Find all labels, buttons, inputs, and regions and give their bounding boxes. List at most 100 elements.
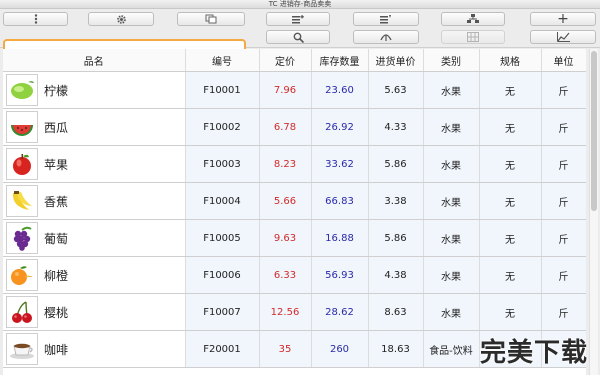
code-cell[interactable]: F10001: [185, 71, 260, 109]
cost-cell[interactable]: 18.63: [368, 330, 424, 368]
table-row[interactable]: 香蕉 F10004 5.66 66.83 3.38 水果 无 斤: [3, 182, 586, 220]
category-cell[interactable]: 水果: [423, 293, 480, 331]
code-cell[interactable]: F10003: [185, 145, 260, 183]
more-menu-button[interactable]: [3, 12, 68, 26]
vertical-scrollbar[interactable]: [589, 49, 598, 375]
product-name: 咖啡: [44, 342, 69, 357]
category-cell[interactable]: 水果: [423, 71, 480, 109]
cost-cell[interactable]: 5.63: [368, 71, 424, 109]
cost-cell[interactable]: 5.86: [368, 145, 424, 183]
stock-cell[interactable]: 33.62: [311, 145, 369, 183]
category-cell[interactable]: 水果: [423, 256, 480, 294]
copy-window-button[interactable]: [177, 12, 245, 26]
unit-cell[interactable]: 斤: [541, 108, 586, 146]
spec-cell[interactable]: 无: [479, 145, 542, 183]
spec-cell[interactable]: 无: [479, 293, 542, 331]
table-row[interactable]: 苹果 F10003 8.23 33.62 5.86 水果 无 斤: [3, 145, 586, 183]
table-row[interactable]: 柠檬 F10001 7.96 23.60 5.63 水果 无 斤: [3, 71, 586, 109]
price-cell[interactable]: 35: [259, 330, 312, 368]
category-cell[interactable]: 水果: [423, 182, 480, 220]
product-name: 樱桃: [44, 305, 69, 320]
name-cell[interactable]: 柠檬: [3, 71, 186, 109]
unit-cell[interactable]: 斤: [541, 71, 586, 109]
product-name: 西瓜: [44, 120, 69, 135]
category-cell[interactable]: 水果: [423, 145, 480, 183]
chart-button[interactable]: [530, 30, 596, 44]
copy-icon: [205, 14, 217, 24]
settings-button[interactable]: [88, 12, 154, 26]
column-header-category[interactable]: 类别: [423, 49, 480, 72]
spec-cell[interactable]: 无: [479, 71, 542, 109]
window-title: TC 进销存-商品卖卖: [268, 0, 332, 8]
cost-cell[interactable]: 4.33: [368, 108, 424, 146]
table-row[interactable]: 樱桃 F10007 12.56 28.62 8.63 水果 无 斤: [3, 293, 586, 331]
stock-cell[interactable]: 56.93: [311, 256, 369, 294]
price-cell[interactable]: 9.63: [259, 219, 312, 257]
code-cell[interactable]: F10006: [185, 256, 260, 294]
stock-cell[interactable]: 66.83: [311, 182, 369, 220]
name-cell[interactable]: 葡萄: [3, 219, 186, 257]
product-name: 苹果: [44, 157, 69, 172]
price-cell[interactable]: 7.96: [259, 71, 312, 109]
list-add-icon: [292, 14, 304, 23]
column-header-price[interactable]: 定价: [259, 49, 312, 72]
name-cell[interactable]: 苹果: [3, 145, 186, 183]
grid-view-button[interactable]: [441, 30, 505, 44]
column-header-stock[interactable]: 库存数量: [311, 49, 369, 72]
name-cell[interactable]: 香蕉: [3, 182, 186, 220]
unit-cell[interactable]: 斤: [541, 293, 586, 331]
spec-cell[interactable]: 无: [479, 256, 542, 294]
category-cell[interactable]: 水果: [423, 108, 480, 146]
list-add-button[interactable]: [266, 12, 330, 26]
stock-cell[interactable]: 28.62: [311, 293, 369, 331]
spec-cell[interactable]: 无: [479, 182, 542, 220]
category-cell[interactable]: 水果: [423, 219, 480, 257]
unit-cell[interactable]: 斤: [541, 219, 586, 257]
cost-cell[interactable]: 3.38: [368, 182, 424, 220]
code-cell[interactable]: F10005: [185, 219, 260, 257]
unit-cell[interactable]: 斤: [541, 256, 586, 294]
code-cell[interactable]: F20001: [185, 330, 260, 368]
table-row[interactable]: 西瓜 F10002 6.78 26.92 4.33 水果 无 斤: [3, 108, 586, 146]
cherry-icon: [12, 301, 32, 323]
name-cell[interactable]: 咖啡: [3, 330, 186, 368]
spec-cell[interactable]: 无: [479, 219, 542, 257]
stock-cell[interactable]: 16.88: [311, 219, 369, 257]
cost-cell[interactable]: 5.86: [368, 219, 424, 257]
price-cell[interactable]: 6.78: [259, 108, 312, 146]
price-cell[interactable]: 8.23: [259, 145, 312, 183]
table-row[interactable]: 葡萄 F10005 9.63 16.88 5.86 水果 无 斤: [3, 219, 586, 257]
price-cell[interactable]: 6.33: [259, 256, 312, 294]
stock-cell[interactable]: 260: [311, 330, 369, 368]
code-cell[interactable]: F10007: [185, 293, 260, 331]
title-bar: TC 进销存-商品卖卖: [0, 0, 600, 9]
search-button[interactable]: [266, 30, 330, 44]
list-sort-button[interactable]: [353, 12, 419, 26]
coffee-icon: [10, 343, 34, 359]
name-cell[interactable]: 樱桃: [3, 293, 186, 331]
cost-cell[interactable]: 8.63: [368, 293, 424, 331]
name-cell[interactable]: 柳橙: [3, 256, 186, 294]
column-header-unit[interactable]: 单位: [541, 49, 586, 72]
column-header-cost[interactable]: 进货单价: [368, 49, 424, 72]
unit-cell[interactable]: 斤: [541, 182, 586, 220]
spec-cell[interactable]: 无: [479, 108, 542, 146]
name-cell[interactable]: 西瓜: [3, 108, 186, 146]
table-row[interactable]: 柳橙 F10006 6.33 56.93 4.38 水果 无 斤: [3, 256, 586, 294]
code-cell[interactable]: F10004: [185, 182, 260, 220]
filter-button[interactable]: [353, 30, 419, 44]
unit-cell[interactable]: 斤: [541, 145, 586, 183]
hierarchy-button[interactable]: [441, 12, 505, 26]
price-cell[interactable]: 12.56: [259, 293, 312, 331]
cost-cell[interactable]: 4.38: [368, 256, 424, 294]
column-header-spec[interactable]: 规格: [479, 49, 542, 72]
column-header-name[interactable]: 品名: [3, 49, 186, 72]
scrollbar-thumb[interactable]: [591, 51, 597, 211]
stock-cell[interactable]: 23.60: [311, 71, 369, 109]
price-cell[interactable]: 5.66: [259, 182, 312, 220]
column-header-code[interactable]: 编号: [185, 49, 260, 72]
code-cell[interactable]: F10002: [185, 108, 260, 146]
add-item-button[interactable]: +: [530, 12, 596, 26]
stock-cell[interactable]: 26.92: [311, 108, 369, 146]
watermark-logo: 完美下载: [479, 337, 588, 368]
